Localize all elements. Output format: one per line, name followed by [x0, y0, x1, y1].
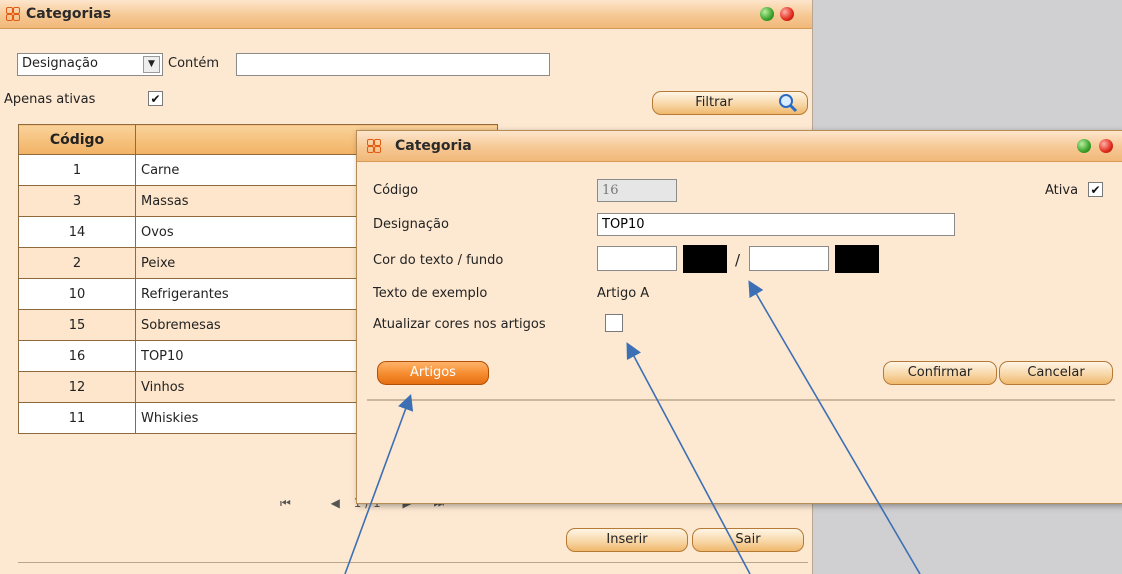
colors-label: Cor do texto / fundo: [373, 253, 504, 268]
only-active-label: Apenas ativas: [4, 92, 96, 107]
cancel-button[interactable]: Cancelar: [999, 361, 1113, 385]
update-colors-checkbox[interactable]: [605, 314, 623, 332]
header-code[interactable]: Código: [18, 124, 136, 155]
update-colors-label: Atualizar cores nos artigos: [373, 317, 546, 332]
row-code: 12: [18, 371, 136, 403]
categoria-dialog: Categoria Código Ativa ✔ Designação Cor …: [356, 130, 1122, 504]
divider: [18, 562, 808, 563]
first-page-icon[interactable]: ⏮: [280, 496, 291, 510]
row-code: 10: [18, 278, 136, 310]
categoria-titlebar[interactable]: Categoria: [357, 131, 1122, 162]
minimize-icon[interactable]: [760, 7, 774, 21]
example-label: Texto de exemplo: [373, 286, 488, 301]
row-code: 15: [18, 309, 136, 341]
row-code: 11: [18, 402, 136, 434]
categories-grid-icon: [367, 139, 381, 153]
designation-input[interactable]: [597, 213, 955, 236]
active-label: Ativa: [1045, 183, 1079, 198]
filter-field-value: Designação: [22, 56, 98, 71]
row-code: 1: [18, 154, 136, 186]
only-active-checkbox[interactable]: ✔: [148, 91, 163, 106]
text-color-swatch[interactable]: [683, 245, 727, 273]
row-code: 16: [18, 340, 136, 372]
background-color-swatch[interactable]: [835, 245, 879, 273]
text-color-input[interactable]: [597, 246, 677, 271]
close-icon[interactable]: [780, 7, 794, 21]
row-code: 2: [18, 247, 136, 279]
confirm-button[interactable]: Confirmar: [883, 361, 997, 385]
exit-button[interactable]: Sair: [692, 528, 804, 552]
previous-page-icon[interactable]: ◀: [331, 496, 340, 510]
artigos-button[interactable]: Artigos: [377, 361, 489, 385]
contains-label: Contém: [168, 56, 220, 71]
code-input[interactable]: [597, 179, 677, 202]
minimize-icon[interactable]: [1077, 139, 1091, 153]
filter-field-select[interactable]: Designação ▼: [17, 53, 163, 76]
code-label: Código: [373, 183, 419, 198]
divider: [367, 399, 1115, 401]
colors-separator: /: [735, 251, 741, 269]
dialog-title: Categoria: [395, 138, 472, 154]
chevron-down-icon[interactable]: ▼: [143, 56, 160, 73]
categories-grid-icon: [6, 7, 20, 21]
background-color-input[interactable]: [749, 246, 829, 271]
designation-label: Designação: [373, 217, 449, 232]
insert-button[interactable]: Inserir: [566, 528, 688, 552]
categorias-titlebar[interactable]: Categorias: [0, 0, 812, 29]
window-title: Categorias: [26, 6, 112, 22]
contains-input[interactable]: [236, 53, 550, 76]
row-code: 3: [18, 185, 136, 217]
example-value: Artigo A: [597, 286, 650, 301]
filter-button[interactable]: Filtrar: [652, 91, 808, 115]
filter-button-label: Filtrar: [695, 95, 733, 110]
magnifier-icon: [779, 94, 798, 113]
close-icon[interactable]: [1099, 139, 1113, 153]
row-code: 14: [18, 216, 136, 248]
active-checkbox[interactable]: ✔: [1088, 182, 1103, 197]
